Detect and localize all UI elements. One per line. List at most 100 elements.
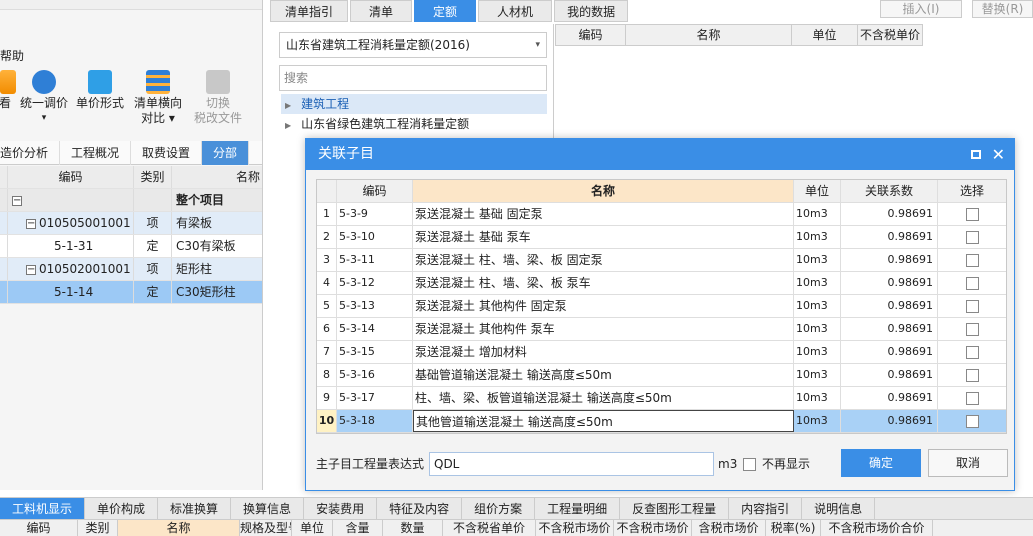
maximize-icon[interactable] (971, 150, 981, 159)
table-row[interactable]: − 整个项目 (0, 189, 262, 212)
select-checkbox[interactable] (965, 368, 979, 382)
bottom-header-cell: 不含税市场价 (614, 520, 692, 536)
bottom-tab[interactable]: 工程量明细 (535, 498, 621, 520)
table-row[interactable]: 1 5-3-9 泵送混凝土 基础 固定泵 10m3 0.98691 (317, 203, 1006, 226)
table-row[interactable]: 5-1-31 定 C30有梁板 (0, 235, 262, 258)
select-checkbox[interactable] (965, 345, 979, 359)
bottom-header-cell: 类别 (78, 520, 118, 536)
bottom-tab[interactable]: 工料机显示 (0, 498, 86, 520)
insert-button[interactable]: 插入(I) (880, 0, 962, 18)
tab-list-guide[interactable]: 清单指引 (270, 0, 349, 22)
query-tabs: 清单指引 清单 定额 人材机 我的数据 (270, 0, 630, 22)
bottom-header-cell: 单位 (292, 520, 333, 536)
dialog-titlebar: 关联子目 ✕ (306, 139, 1014, 170)
select-checkbox[interactable] (965, 207, 979, 221)
tab-labor-material[interactable]: 人材机 (478, 0, 553, 22)
price-adjust-icon (32, 70, 56, 94)
header-code: 编码 (556, 25, 626, 45)
bottom-header-cell: 不含税省单价 (443, 520, 536, 536)
list-compare-button[interactable]: 清单横向 对比 ▾ (134, 70, 182, 126)
table-row[interactable]: 10 5-3-18 其他管道输送混凝土 输送高度≤50m 10m3 0.98691 (317, 410, 1006, 433)
table-row[interactable]: 7 5-3-15 泵送混凝土 增加材料 10m3 0.98691 (317, 341, 1006, 364)
tab-division[interactable]: 分部 (202, 141, 250, 165)
tree-item-green-building[interactable]: ▶ 山东省绿色建筑工程消耗量定额 (281, 114, 547, 134)
tree-item-building[interactable]: ▶ 建筑工程 (281, 94, 547, 114)
table-row[interactable]: 5 5-3-13 泵送混凝土 其他构件 固定泵 10m3 0.98691 (317, 295, 1006, 318)
view-button[interactable]: 看 (0, 70, 16, 111)
help-menu[interactable]: 帮助 (0, 47, 24, 64)
header-code: 编码 (8, 166, 134, 188)
price-form-icon (88, 70, 112, 94)
tab-project-overview[interactable]: 工程概况 (60, 141, 132, 165)
select-checkbox[interactable] (965, 253, 979, 267)
header-unit: 单位 (792, 25, 858, 45)
bottom-header-cell: 规格及型号 (240, 520, 292, 536)
table-row[interactable]: 5-1-14 定 C30矩形柱 (0, 281, 262, 304)
quota-select[interactable]: 山东省建筑工程消耗量定额(2016) ▾ (279, 32, 547, 58)
bottom-tab[interactable]: 标准换算 (158, 498, 232, 520)
no-show-checkbox[interactable]: 不再显示 (743, 455, 810, 473)
bottom-tab[interactable]: 特征及内容 (377, 498, 463, 520)
bottom-tab[interactable]: 反查图形工程量 (620, 498, 730, 520)
table-row[interactable]: 2 5-3-10 泵送混凝土 基础 泵车 10m3 0.98691 (317, 226, 1006, 249)
table-row[interactable]: 9 5-3-17 柱、墙、梁、板管道输送混凝土 输送高度≤50m 10m3 0.9869… (317, 387, 1006, 410)
bottom-grid-header: 编码类别名称规格及型号单位含量数量不含税省单价不含税市场价不含税市场价含税市场价… (0, 519, 1033, 536)
switch-file-icon (206, 70, 230, 94)
cancel-button[interactable]: 取消 (928, 449, 1008, 477)
expression-input[interactable]: QDL (429, 452, 714, 476)
ok-button[interactable]: 确定 (841, 449, 921, 477)
bottom-tab[interactable]: 说明信息 (802, 498, 876, 520)
compare-icon (146, 70, 170, 94)
unified-price-button[interactable]: 统一调价 ▾ (20, 70, 68, 126)
bottom-header-cell: 不含税市场价合价 (821, 520, 933, 536)
collapse-icon[interactable]: − (26, 264, 36, 275)
checkbox[interactable] (743, 457, 756, 471)
chevron-down-icon: ▾ (535, 40, 540, 50)
select-checkbox[interactable] (965, 299, 979, 313)
bottom-header-cell: 数量 (383, 520, 443, 536)
unit-price-form-button[interactable]: 单价形式 (76, 70, 124, 111)
bottom-tab[interactable]: 单价构成 (85, 498, 159, 520)
select-checkbox[interactable] (965, 414, 979, 428)
table-row[interactable]: 4 5-3-12 泵送混凝土 柱、墙、梁、板 泵车 10m3 0.98691 (317, 272, 1006, 295)
select-checkbox[interactable] (965, 322, 979, 336)
collapse-icon[interactable]: − (26, 218, 36, 229)
select-checkbox[interactable] (965, 230, 979, 244)
bottom-header-cell: 编码 (0, 520, 78, 536)
collapse-icon[interactable]: − (12, 195, 22, 206)
table-row[interactable]: −010502001001 项 矩形柱 (0, 258, 262, 281)
table-row[interactable]: 6 5-3-14 泵送混凝土 其他构件 泵车 10m3 0.98691 (317, 318, 1006, 341)
bottom-tab[interactable]: 换算信息 (231, 498, 305, 520)
tab-quota[interactable]: 定额 (414, 0, 477, 22)
menu-bar (0, 0, 262, 10)
tab-cost-analysis[interactable]: 造价分析 (0, 141, 61, 165)
expression-unit: m3 (718, 457, 738, 471)
header-name: 名称 (235, 170, 260, 184)
associate-items-table: 编码 名称 单位 关联系数 选择 1 5-3-9 泵送混凝土 基础 固定泵 10m3 0… (316, 179, 1007, 434)
bottom-tab[interactable]: 内容指引 (729, 498, 803, 520)
table-row[interactable]: −010505001001 项 有梁板 (0, 212, 262, 235)
table-body: 1 5-3-9 泵送混凝土 基础 固定泵 10m3 0.98691 2 5-3-10 泵送混凝… (317, 203, 1006, 433)
expand-arrow-icon: ▶ (285, 121, 292, 130)
tab-my-data[interactable]: 我的数据 (554, 0, 629, 22)
view-icon (0, 70, 16, 94)
quota-table-header: 编码 名称 单位 不含税单价 (555, 24, 923, 46)
switch-tax-file-button[interactable]: 切换 税改文件 (194, 70, 242, 126)
select-checkbox[interactable] (965, 276, 979, 290)
select-checkbox[interactable] (965, 391, 979, 405)
table-row[interactable]: 3 5-3-11 泵送混凝土 柱、墙、梁、板 固定泵 10m3 0.98691 (317, 249, 1006, 272)
header-name: 名称 (626, 25, 792, 45)
tab-fee-settings[interactable]: 取费设置 (131, 141, 203, 165)
table-header: 编码 名称 单位 关联系数 选择 (317, 180, 1006, 203)
table-row[interactable]: 8 5-3-16 基础管道输送混凝土 输送高度≤50m 10m3 0.98691 (317, 364, 1006, 387)
dialog-title: 关联子目 (318, 146, 374, 162)
search-input[interactable]: 搜索 (279, 65, 547, 91)
associate-items-dialog: 关联子目 ✕ 编码 名称 单位 关联系数 选择 1 5-3-9 泵送混凝土 基础 固… (305, 138, 1015, 491)
close-icon[interactable]: ✕ (992, 139, 1005, 170)
replace-button[interactable]: 替换(R) (972, 0, 1033, 18)
bottom-header-cell: 含税市场价 (692, 520, 766, 536)
tab-list[interactable]: 清单 (350, 0, 413, 22)
bottom-tab[interactable]: 组价方案 (462, 498, 536, 520)
bottom-tab[interactable]: 安装费用 (304, 498, 378, 520)
bottom-header-cell: 不含税市场价 (536, 520, 614, 536)
